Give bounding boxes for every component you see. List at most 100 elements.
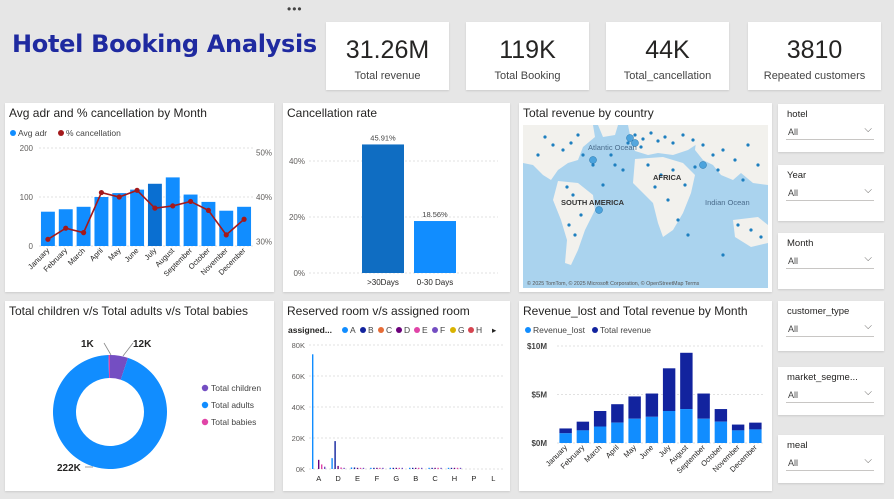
adr-bar[interactable] xyxy=(112,193,127,246)
country-bubble[interactable] xyxy=(676,218,680,222)
revenue-lost-bar[interactable] xyxy=(680,409,693,443)
slicer-dropdown[interactable]: All ⌵ xyxy=(786,253,874,269)
room-bar[interactable] xyxy=(389,467,391,469)
slicer-dropdown[interactable]: All ⌵ xyxy=(786,387,874,403)
country-bubble[interactable] xyxy=(741,178,745,182)
revenue-lost-bar[interactable] xyxy=(611,422,624,443)
room-bar[interactable] xyxy=(431,467,433,469)
country-bubble[interactable] xyxy=(671,168,675,172)
country-bubble[interactable] xyxy=(649,131,653,135)
country-bubble[interactable] xyxy=(733,158,737,162)
room-bar[interactable] xyxy=(415,467,417,469)
chevron-down-icon[interactable]: ⌵ xyxy=(864,185,872,196)
adr-cancellation-visual[interactable]: Avg adr and % cancellation by Month Avg … xyxy=(5,103,274,292)
country-bubble[interactable] xyxy=(595,206,603,214)
room-bar[interactable] xyxy=(437,467,439,469)
guests-donut-visual[interactable]: Total children v/s Total adults v/s Tota… xyxy=(5,301,274,491)
cancellation-bar[interactable] xyxy=(362,144,404,273)
chevron-down-icon[interactable]: ⌵ xyxy=(864,253,872,264)
total-revenue-bar[interactable] xyxy=(645,393,659,417)
room-bar[interactable] xyxy=(318,459,320,469)
adr-bar[interactable] xyxy=(130,189,145,246)
country-bubble[interactable] xyxy=(716,168,720,172)
revenue-lost-bar[interactable] xyxy=(576,430,590,443)
country-bubble[interactable] xyxy=(613,163,617,167)
revenue-lost-bar[interactable] xyxy=(593,426,607,443)
kpi-card-repeated-customers[interactable]: 3810 Repeated customers xyxy=(748,22,881,90)
room-bar[interactable] xyxy=(312,354,314,469)
room-bar[interactable] xyxy=(362,467,365,469)
country-bubble[interactable] xyxy=(759,235,763,239)
room-bar[interactable] xyxy=(428,467,430,469)
total-revenue-bar[interactable] xyxy=(628,396,641,419)
country-bubble[interactable] xyxy=(536,153,540,157)
country-bubble[interactable] xyxy=(701,143,705,147)
country-bubble[interactable] xyxy=(666,198,670,202)
kpi-card-total-cancellation[interactable]: 44K Total_cancellation xyxy=(606,22,729,90)
total-revenue-bar[interactable] xyxy=(731,424,745,431)
revenue-by-country-visual[interactable]: Total revenue by country Atlantic Ocean … xyxy=(519,103,772,292)
revenue-lost-bar[interactable] xyxy=(749,429,762,443)
country-bubble[interactable] xyxy=(571,193,575,197)
chevron-down-icon[interactable]: ⌵ xyxy=(864,387,872,398)
room-bar[interactable] xyxy=(409,467,411,469)
cancellation-point[interactable] xyxy=(223,232,229,238)
revenue-lost-bar[interactable] xyxy=(628,418,641,443)
room-bar[interactable] xyxy=(376,467,378,469)
country-bubble[interactable] xyxy=(686,233,690,237)
cancellation-bar[interactable] xyxy=(414,221,456,273)
revenue-by-month-visual[interactable]: Revenue_lost and Total revenue by Month … xyxy=(519,301,772,491)
slicer-dropdown[interactable]: All ⌵ xyxy=(786,455,874,471)
cancellation-point[interactable] xyxy=(80,230,87,236)
room-bar[interactable] xyxy=(453,467,456,469)
country-bubble[interactable] xyxy=(756,163,760,167)
country-bubble[interactable] xyxy=(581,153,585,157)
country-bubble[interactable] xyxy=(561,148,565,152)
room-bar[interactable] xyxy=(340,467,342,469)
slicer-month[interactable]: Month All ⌵ xyxy=(778,233,884,289)
total-revenue-bar[interactable] xyxy=(714,409,728,422)
country-bubble[interactable] xyxy=(656,139,660,143)
room-bar[interactable] xyxy=(350,467,353,469)
cancellation-point[interactable] xyxy=(170,203,176,209)
room-bar[interactable] xyxy=(359,467,362,469)
chevron-down-icon[interactable]: ⌵ xyxy=(864,321,872,332)
room-bar[interactable] xyxy=(459,467,462,469)
cancellation-rate-visual[interactable]: Cancellation rate 0% 20% 40% 45.91% >30Days 1… xyxy=(283,103,510,292)
room-bar[interactable] xyxy=(382,467,384,469)
total-revenue-bar[interactable] xyxy=(559,428,572,434)
country-bubble[interactable] xyxy=(699,161,707,169)
chevron-down-icon[interactable]: ⌵ xyxy=(864,124,872,135)
revenue-lost-bar[interactable] xyxy=(731,430,745,443)
room-bar[interactable] xyxy=(343,467,345,469)
room-bar[interactable] xyxy=(331,458,333,469)
room-bar[interactable] xyxy=(356,467,359,469)
revenue-lost-bar[interactable] xyxy=(714,421,728,443)
country-bubble[interactable] xyxy=(691,138,695,142)
legend-more-arrow[interactable]: ▸ xyxy=(492,325,497,335)
country-bubble[interactable] xyxy=(693,165,697,169)
country-bubble[interactable] xyxy=(569,141,573,145)
country-bubble[interactable] xyxy=(579,213,583,217)
more-options-icon[interactable]: ••• xyxy=(287,2,303,16)
room-bar[interactable] xyxy=(447,467,450,469)
room-bar[interactable] xyxy=(440,467,442,469)
country-bubble[interactable] xyxy=(591,163,595,167)
room-bar[interactable] xyxy=(456,467,459,469)
reserved-vs-assigned-visual[interactable]: Reserved room v/s assigned room assigned… xyxy=(283,301,510,491)
slicer-customer-type[interactable]: customer_type All ⌵ xyxy=(778,301,884,351)
room-bar[interactable] xyxy=(418,467,420,469)
country-bubble[interactable] xyxy=(721,148,725,152)
revenue-lost-bar[interactable] xyxy=(662,410,676,443)
country-bubble[interactable] xyxy=(565,185,569,189)
cancellation-point[interactable] xyxy=(241,216,247,222)
country-bubble[interactable] xyxy=(681,133,685,137)
total-revenue-bar[interactable] xyxy=(611,404,624,423)
slicer-dropdown[interactable]: All ⌵ xyxy=(786,321,874,337)
country-bubble[interactable] xyxy=(653,185,657,189)
total-revenue-bar[interactable] xyxy=(662,368,676,411)
room-bar[interactable] xyxy=(398,467,400,469)
adr-bar[interactable] xyxy=(147,183,162,246)
cancellation-point[interactable] xyxy=(152,205,158,211)
room-bar[interactable] xyxy=(370,467,372,469)
